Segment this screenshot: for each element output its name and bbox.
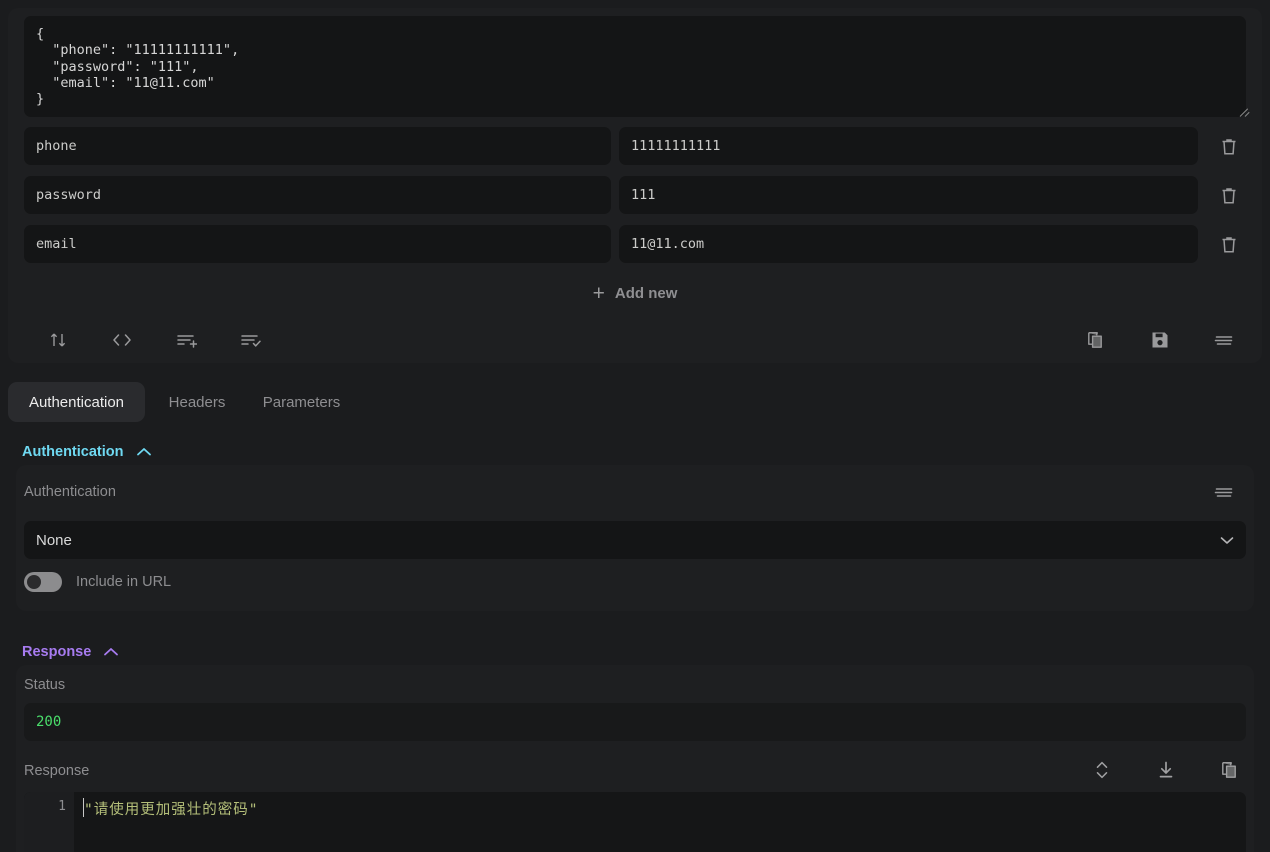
table-row: phone 11111111111 bbox=[24, 127, 1246, 165]
table-row: email 11@11.com bbox=[24, 225, 1246, 263]
code-gutter: 1 bbox=[24, 792, 74, 852]
tab-headers[interactable]: Headers bbox=[149, 382, 245, 422]
chevron-up-icon[interactable] bbox=[136, 447, 152, 457]
value-input[interactable]: 111 bbox=[619, 176, 1198, 214]
key-input[interactable]: password bbox=[24, 176, 611, 214]
api-client-panel: { "phone": "11111111111", "password": "1… bbox=[0, 0, 1270, 852]
include-in-url-toggle[interactable] bbox=[24, 572, 62, 592]
trash-icon[interactable] bbox=[1216, 231, 1242, 257]
add-new-button[interactable]: + Add new bbox=[8, 279, 1262, 307]
tab-label: Headers bbox=[168, 393, 226, 411]
key-input[interactable]: phone bbox=[24, 127, 611, 165]
align-lines-icon[interactable] bbox=[1204, 320, 1244, 360]
status-value: 200 bbox=[24, 703, 1246, 741]
authentication-section-title: Authentication bbox=[22, 444, 124, 460]
table-row: password 111 bbox=[24, 176, 1246, 214]
tab-label: Authentication bbox=[28, 393, 125, 411]
key-input[interactable]: email bbox=[24, 225, 611, 263]
body-toolbar bbox=[8, 320, 1262, 362]
list-add-icon[interactable] bbox=[166, 320, 206, 360]
align-lines-icon[interactable] bbox=[1206, 477, 1242, 507]
response-code-line: "请使用更加强壮的密码" bbox=[84, 802, 259, 818]
trash-icon[interactable] bbox=[1216, 182, 1242, 208]
chevron-up-icon[interactable] bbox=[103, 647, 119, 657]
auth-type-selected-value: None bbox=[36, 531, 72, 549]
auth-type-select[interactable]: None bbox=[24, 521, 1246, 559]
copy-icon[interactable] bbox=[1076, 320, 1116, 360]
download-icon[interactable] bbox=[1148, 753, 1184, 787]
response-toolbar bbox=[24, 753, 1246, 787]
json-body-textarea[interactable]: { "phone": "11111111111", "password": "1… bbox=[24, 16, 1246, 117]
request-body-panel: { "phone": "11111111111", "password": "1… bbox=[8, 8, 1262, 363]
trash-icon[interactable] bbox=[1216, 133, 1242, 159]
expand-collapse-icon[interactable] bbox=[1084, 753, 1120, 787]
save-floppy-icon[interactable] bbox=[1140, 320, 1180, 360]
authentication-field-label: Authentication bbox=[24, 484, 116, 500]
copy-icon[interactable] bbox=[1212, 753, 1248, 787]
response-section-header[interactable]: Response bbox=[22, 641, 119, 663]
plus-icon: + bbox=[592, 281, 605, 305]
request-tabs: Authentication Headers Parameters bbox=[0, 382, 1270, 422]
response-code-editor[interactable]: 1 "请使用更加强壮的密码" bbox=[24, 792, 1246, 852]
sort-arrows-icon[interactable] bbox=[38, 320, 78, 360]
tab-label: Parameters bbox=[262, 393, 341, 411]
include-in-url-label: Include in URL bbox=[76, 574, 172, 590]
code-brackets-icon[interactable] bbox=[102, 320, 142, 360]
chevron-down-icon[interactable] bbox=[1220, 521, 1234, 559]
include-in-url-row: Include in URL bbox=[24, 570, 171, 594]
toggle-knob bbox=[27, 575, 41, 589]
status-label: Status bbox=[24, 677, 66, 693]
value-input[interactable]: 11111111111 bbox=[619, 127, 1198, 165]
add-new-label: Add new bbox=[614, 284, 678, 302]
list-check-icon[interactable] bbox=[230, 320, 270, 360]
response-section-title: Response bbox=[22, 644, 92, 660]
authentication-panel: Authentication None Include in URL bbox=[16, 465, 1254, 611]
tab-parameters[interactable]: Parameters bbox=[245, 382, 358, 422]
value-input[interactable]: 11@11.com bbox=[619, 225, 1198, 263]
authentication-section-header[interactable]: Authentication bbox=[22, 441, 152, 463]
line-number: 1 bbox=[58, 799, 66, 814]
tab-authentication[interactable]: Authentication bbox=[8, 382, 145, 422]
response-panel: Status 200 Response 1 "请使用更加强壮的密码" bbox=[16, 665, 1254, 852]
